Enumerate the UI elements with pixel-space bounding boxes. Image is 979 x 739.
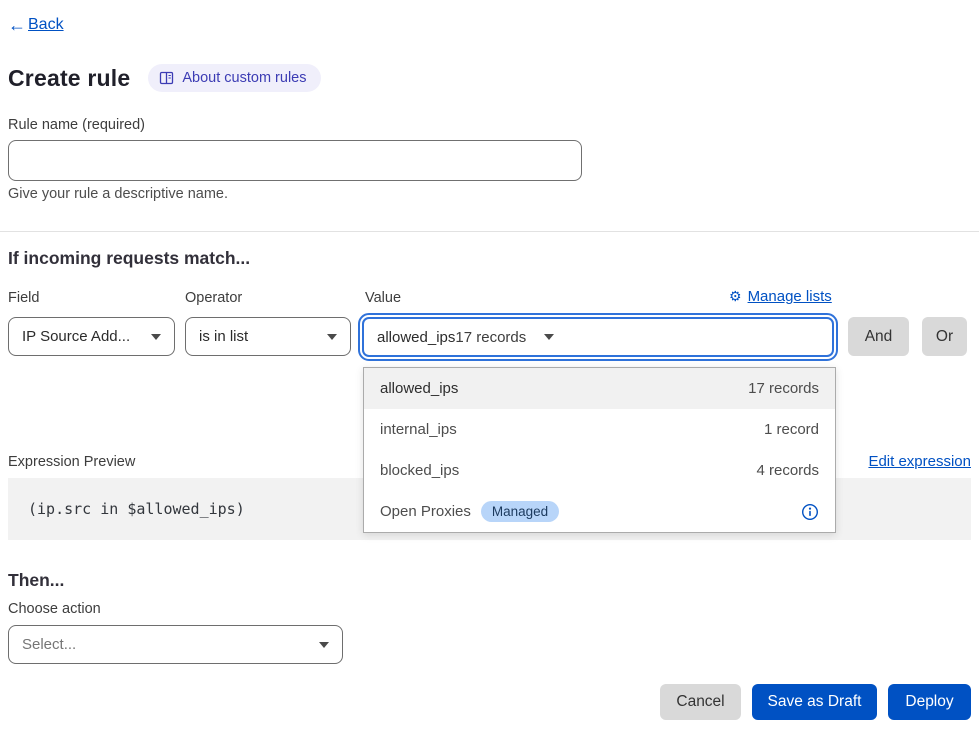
choose-action-label: Choose action [8,601,101,617]
chevron-down-icon [544,334,554,340]
chevron-down-icon [319,642,329,648]
option-record-count: 4 records [756,462,819,479]
back-link-label: Back [28,16,64,34]
value-dropdown-list: allowed_ips 17 records internal_ips 1 re… [363,367,836,533]
value-label: Value [365,290,401,306]
deploy-button[interactable]: Deploy [888,684,971,720]
value-select-meta: 17 records [455,329,526,346]
and-button[interactable]: And [848,317,909,356]
rule-name-label: Rule name (required) [8,117,145,133]
list-option-open-proxies[interactable]: Open Proxies Managed [364,491,835,532]
operator-select-value: is in list [199,328,327,345]
action-select[interactable]: Select... [8,625,343,664]
about-custom-rules-label: About custom rules [182,70,306,86]
manage-lists-link[interactable]: ⚙ Manage lists [729,288,832,305]
about-custom-rules-link[interactable]: About custom rules [148,64,320,92]
value-select[interactable]: allowed_ips 17 records [362,317,834,357]
list-option-internal-ips[interactable]: internal_ips 1 record [364,409,835,450]
list-option-allowed-ips[interactable]: allowed_ips 17 records [364,368,835,409]
rule-name-input[interactable] [8,140,582,181]
chevron-down-icon [327,334,337,340]
managed-badge: Managed [481,501,559,522]
action-select-placeholder: Select... [22,636,319,653]
cancel-button[interactable]: Cancel [660,684,741,720]
operator-select[interactable]: is in list [185,317,351,356]
option-record-count: 17 records [748,380,819,397]
manage-lists-label: Manage lists [748,288,832,305]
field-select[interactable]: IP Source Add... [8,317,175,356]
page-title: Create rule [8,65,130,92]
option-name: blocked_ips [380,462,459,479]
option-record-count: 1 record [764,421,819,438]
back-link[interactable]: ←Back [8,16,64,34]
field-select-value: IP Source Add... [22,328,151,345]
expression-code: (ip.src in $allowed_ips) [8,500,245,518]
header-row: Create rule About custom rules [8,64,321,92]
chevron-down-icon [151,334,161,340]
or-button[interactable]: Or [922,317,967,356]
option-name: internal_ips [380,421,457,438]
save-as-draft-button[interactable]: Save as Draft [752,684,877,720]
field-label: Field [8,290,39,306]
option-name: Open Proxies [380,503,471,520]
rule-name-helper: Give your rule a descriptive name. [8,186,228,202]
section-divider [0,231,979,232]
back-arrow-icon: ← [8,16,26,34]
then-section-heading: Then... [8,570,64,591]
operator-label: Operator [185,290,242,306]
option-name: allowed_ips [380,380,458,397]
list-option-blocked-ips[interactable]: blocked_ips 4 records [364,450,835,491]
edit-expression-link[interactable]: Edit expression [868,453,971,470]
match-section-heading: If incoming requests match... [8,248,250,269]
expression-preview-label: Expression Preview [8,454,135,470]
value-select-value: allowed_ips [377,329,455,346]
book-icon [159,71,174,85]
gear-icon: ⚙ [729,288,742,305]
info-icon[interactable] [801,503,819,521]
